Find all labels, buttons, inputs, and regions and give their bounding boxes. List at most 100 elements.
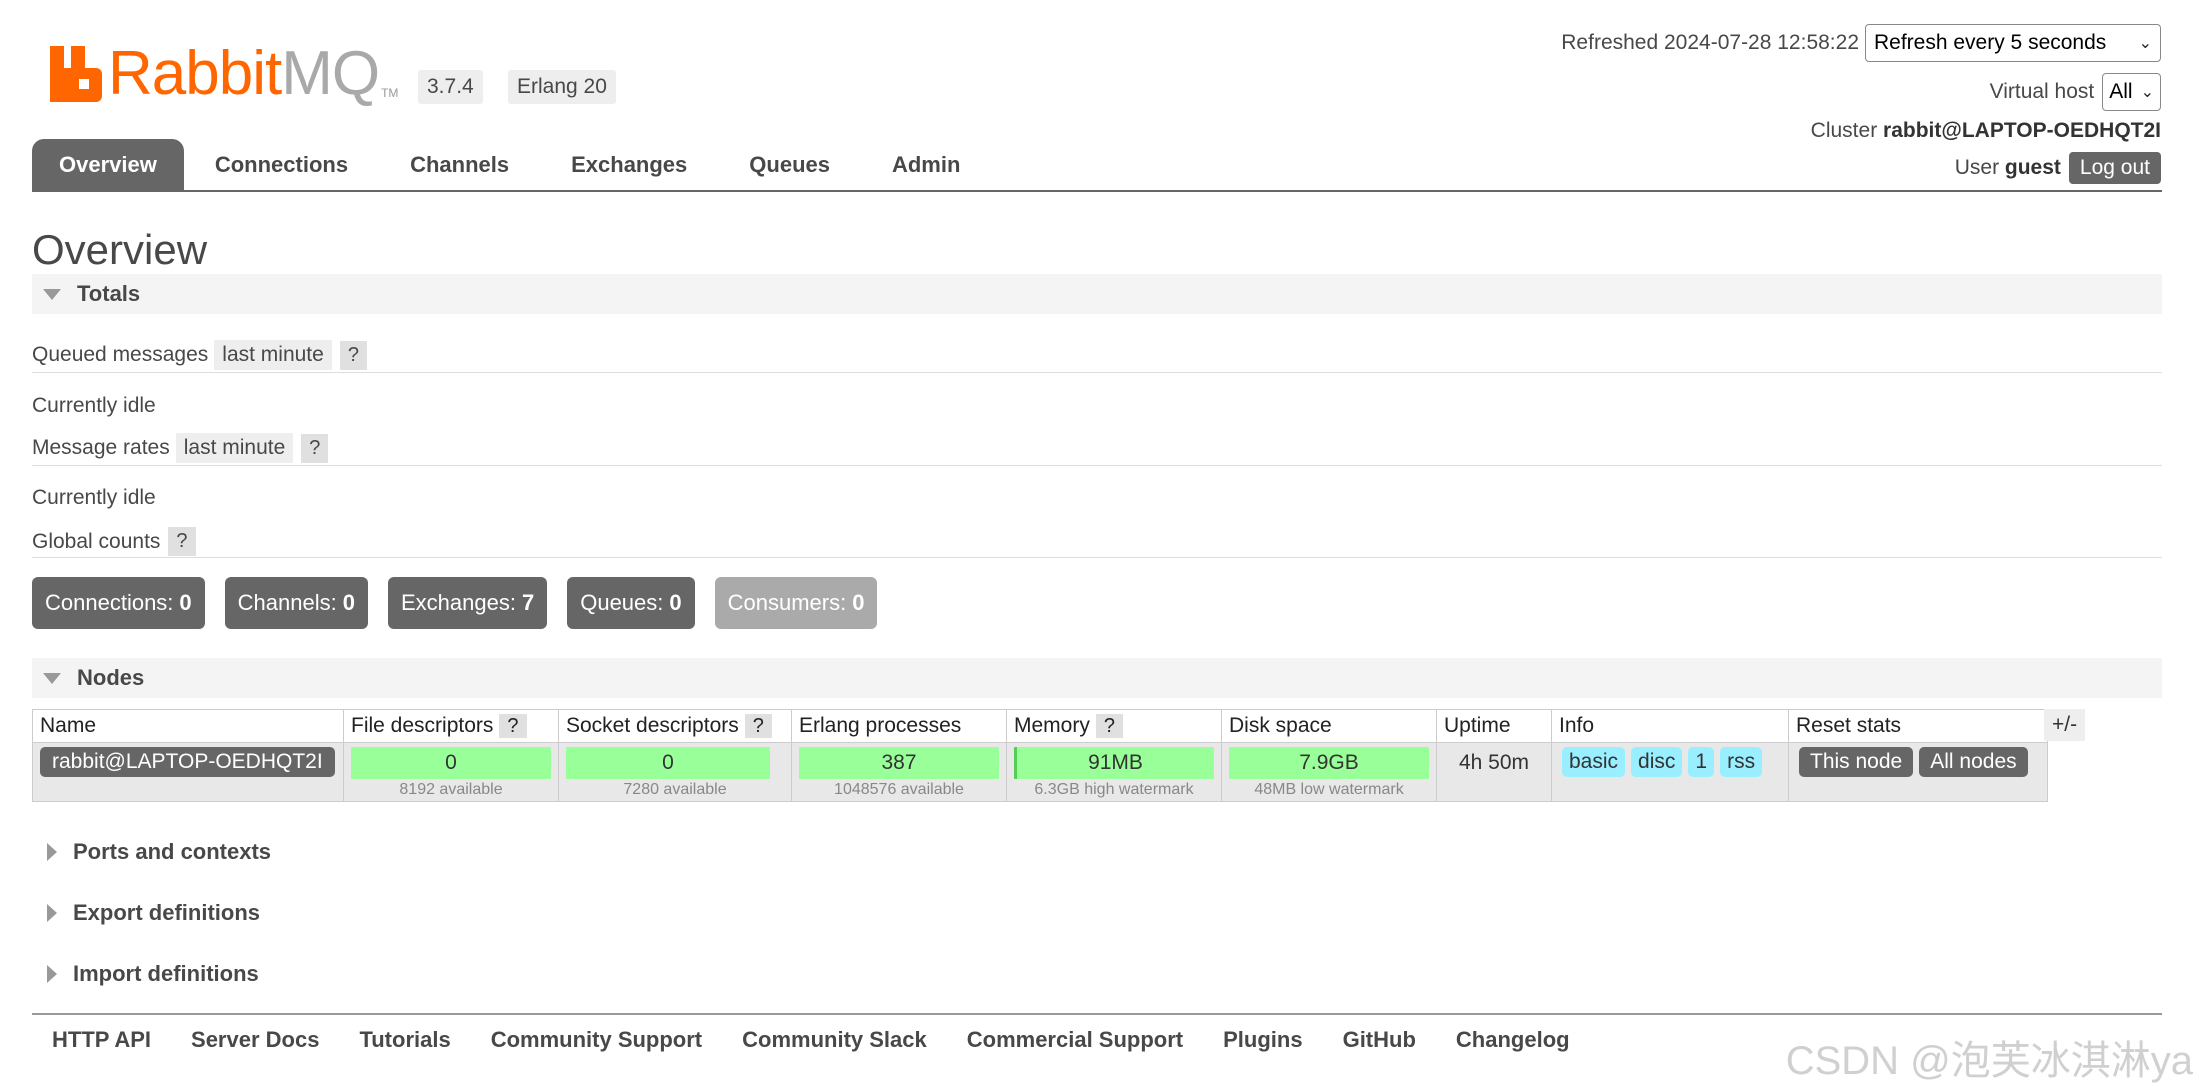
col-disk-space: Disk space <box>1221 709 1437 743</box>
reset-this-node-button[interactable]: This node <box>1799 747 1914 777</box>
file-descriptors-cell: 0 8192 available <box>343 742 559 802</box>
section-title: Export definitions <box>73 900 260 925</box>
erlang-version-badge: Erlang 20 <box>508 70 616 104</box>
queued-idle-text: Currently idle <box>32 394 156 417</box>
footer-link-server-docs[interactable]: Server Docs <box>191 1027 319 1053</box>
connections-count[interactable]: Connections: 0 <box>32 577 205 629</box>
section-title: Ports and contexts <box>73 839 272 864</box>
export-definitions-section[interactable]: Export definitions <box>32 900 260 926</box>
help-icon[interactable]: ? <box>1095 714 1123 738</box>
chevron-down-icon: ⌄ <box>2140 84 2154 101</box>
refreshed-time: 2024-07-28 12:58:22 <box>1664 31 1859 54</box>
vhost-select[interactable]: All ⌄ <box>2102 73 2161 111</box>
file-descriptors-bar: 0 <box>351 747 551 779</box>
rabbitmq-logo: RabbitMQ TM <box>50 38 400 110</box>
expand-triangle-icon <box>47 965 57 983</box>
col-memory: Memory? <box>1006 709 1222 743</box>
global-counts-label: Global counts <box>32 529 161 553</box>
rates-range-selector[interactable]: last minute <box>175 433 294 463</box>
collapse-triangle-icon <box>43 672 61 684</box>
consumers-count: Consumers: 0 <box>714 577 878 629</box>
col-erlang-processes: Erlang processes <box>791 709 1007 743</box>
tabs-divider <box>32 190 2162 192</box>
uptime-cell: 4h 50m <box>1436 742 1552 802</box>
disk-space-watermark: 48MB low watermark <box>1254 781 1404 798</box>
node-name-link[interactable]: rabbit@LAPTOP-OEDHQT2I <box>40 747 335 777</box>
ports-and-contexts-section[interactable]: Ports and contexts <box>32 839 271 865</box>
node-name-cell: rabbit@LAPTOP-OEDHQT2I <box>32 742 344 802</box>
queued-range-selector[interactable]: last minute <box>214 340 332 370</box>
cluster-info: Cluster rabbit@LAPTOP-OEDHQT2I <box>1811 119 2161 143</box>
erlang-processes-cell: 387 1048576 available <box>791 742 1007 802</box>
footer-divider <box>32 1013 2162 1015</box>
footer-link-commercial-support[interactable]: Commercial Support <box>967 1027 1183 1053</box>
tab-connections[interactable]: Connections <box>184 139 379 191</box>
footer-link-community-support[interactable]: Community Support <box>491 1027 702 1053</box>
import-definitions-section[interactable]: Import definitions <box>32 961 259 987</box>
col-socket-descriptors: Socket descriptors? <box>558 709 792 743</box>
info-cell: basic disc 1 rss <box>1551 742 1789 802</box>
col-reset-stats: Reset stats <box>1788 709 2048 743</box>
queued-messages-label: Queued messages <box>32 343 209 366</box>
disk-space-bar: 7.9GB <box>1229 747 1429 779</box>
main-nav-tabs: Overview Connections Channels Exchanges … <box>32 139 991 191</box>
user-label: User <box>1954 156 2000 179</box>
tab-channels[interactable]: Channels <box>379 139 540 191</box>
queues-count[interactable]: Queues: 0 <box>567 577 695 629</box>
nodes-section-header[interactable]: Nodes <box>32 658 2162 698</box>
section-title: Import definitions <box>73 961 259 986</box>
page-title: Overview <box>32 226 208 273</box>
channels-count[interactable]: Channels: 0 <box>224 577 368 629</box>
table-row: rabbit@LAPTOP-OEDHQT2I 0 8192 available … <box>32 742 2048 802</box>
column-toggle-button[interactable]: +/- <box>2044 709 2086 741</box>
logout-button[interactable]: Log out <box>2068 152 2161 184</box>
divider <box>32 465 2162 466</box>
message-rates-label: Message rates <box>32 436 170 459</box>
footer-link-http-api[interactable]: HTTP API <box>52 1027 151 1053</box>
user-name: guest <box>2004 156 2061 179</box>
footer-link-github[interactable]: GitHub <box>1343 1027 1416 1053</box>
reset-all-nodes-button[interactable]: All nodes <box>1919 747 2028 777</box>
footer-link-community-slack[interactable]: Community Slack <box>742 1027 927 1053</box>
nodes-table: Name File descriptors? Socket descriptor… <box>32 709 2048 802</box>
help-icon[interactable]: ? <box>168 527 196 556</box>
table-header-row: Name File descriptors? Socket descriptor… <box>32 709 2048 743</box>
col-file-descriptors: File descriptors? <box>343 709 559 743</box>
exchanges-count[interactable]: Exchanges: 7 <box>388 577 548 629</box>
tab-admin[interactable]: Admin <box>861 139 991 191</box>
help-icon[interactable]: ? <box>339 340 367 370</box>
help-icon[interactable]: ? <box>744 714 772 738</box>
help-icon[interactable]: ? <box>499 714 527 738</box>
user-info: User guest Log out <box>1955 152 2161 184</box>
logo-trademark: TM <box>381 86 399 100</box>
refresh-interval-select[interactable]: Refresh every 5 seconds ⌄ <box>1865 24 2161 62</box>
footer-link-changelog[interactable]: Changelog <box>1456 1027 1570 1053</box>
footer-link-plugins[interactable]: Plugins <box>1223 1027 1302 1053</box>
queued-messages-row: Queued messages last minute ? <box>32 340 367 370</box>
totals-title: Totals <box>77 281 141 306</box>
message-rates-row: Message rates last minute ? <box>32 433 329 463</box>
logo-text: RabbitMQ <box>108 39 380 108</box>
version-badge: 3.7.4 <box>418 70 483 104</box>
chevron-down-icon: ⌄ <box>2138 35 2152 52</box>
file-descriptors-available: 8192 available <box>399 781 503 798</box>
help-icon[interactable]: ? <box>301 433 329 463</box>
totals-section-header[interactable]: Totals <box>32 274 2162 314</box>
tab-exchanges[interactable]: Exchanges <box>540 139 718 191</box>
tab-queues[interactable]: Queues <box>718 139 861 191</box>
memory-watermark: 6.3GB high watermark <box>1034 781 1194 798</box>
divider <box>32 557 2162 558</box>
footer-link-tutorials[interactable]: Tutorials <box>359 1027 450 1053</box>
col-info: Info <box>1551 709 1789 743</box>
nodes-title: Nodes <box>77 665 145 690</box>
rates-idle-text: Currently idle <box>32 486 156 509</box>
collapse-triangle-icon <box>43 288 61 300</box>
info-badge-disc: disc <box>1631 747 1683 777</box>
global-counts: Connections: 0 Channels: 0 Exchanges: 7 Que… <box>32 577 897 629</box>
info-badge-basic: basic <box>1562 747 1626 777</box>
tab-overview[interactable]: Overview <box>32 139 184 191</box>
disk-space-cell: 7.9GB 48MB low watermark <box>1221 742 1437 802</box>
socket-descriptors-bar: 0 <box>566 747 770 779</box>
info-badge-rss: rss <box>1720 747 1763 777</box>
refreshed-label: Refreshed <box>1561 31 1659 54</box>
